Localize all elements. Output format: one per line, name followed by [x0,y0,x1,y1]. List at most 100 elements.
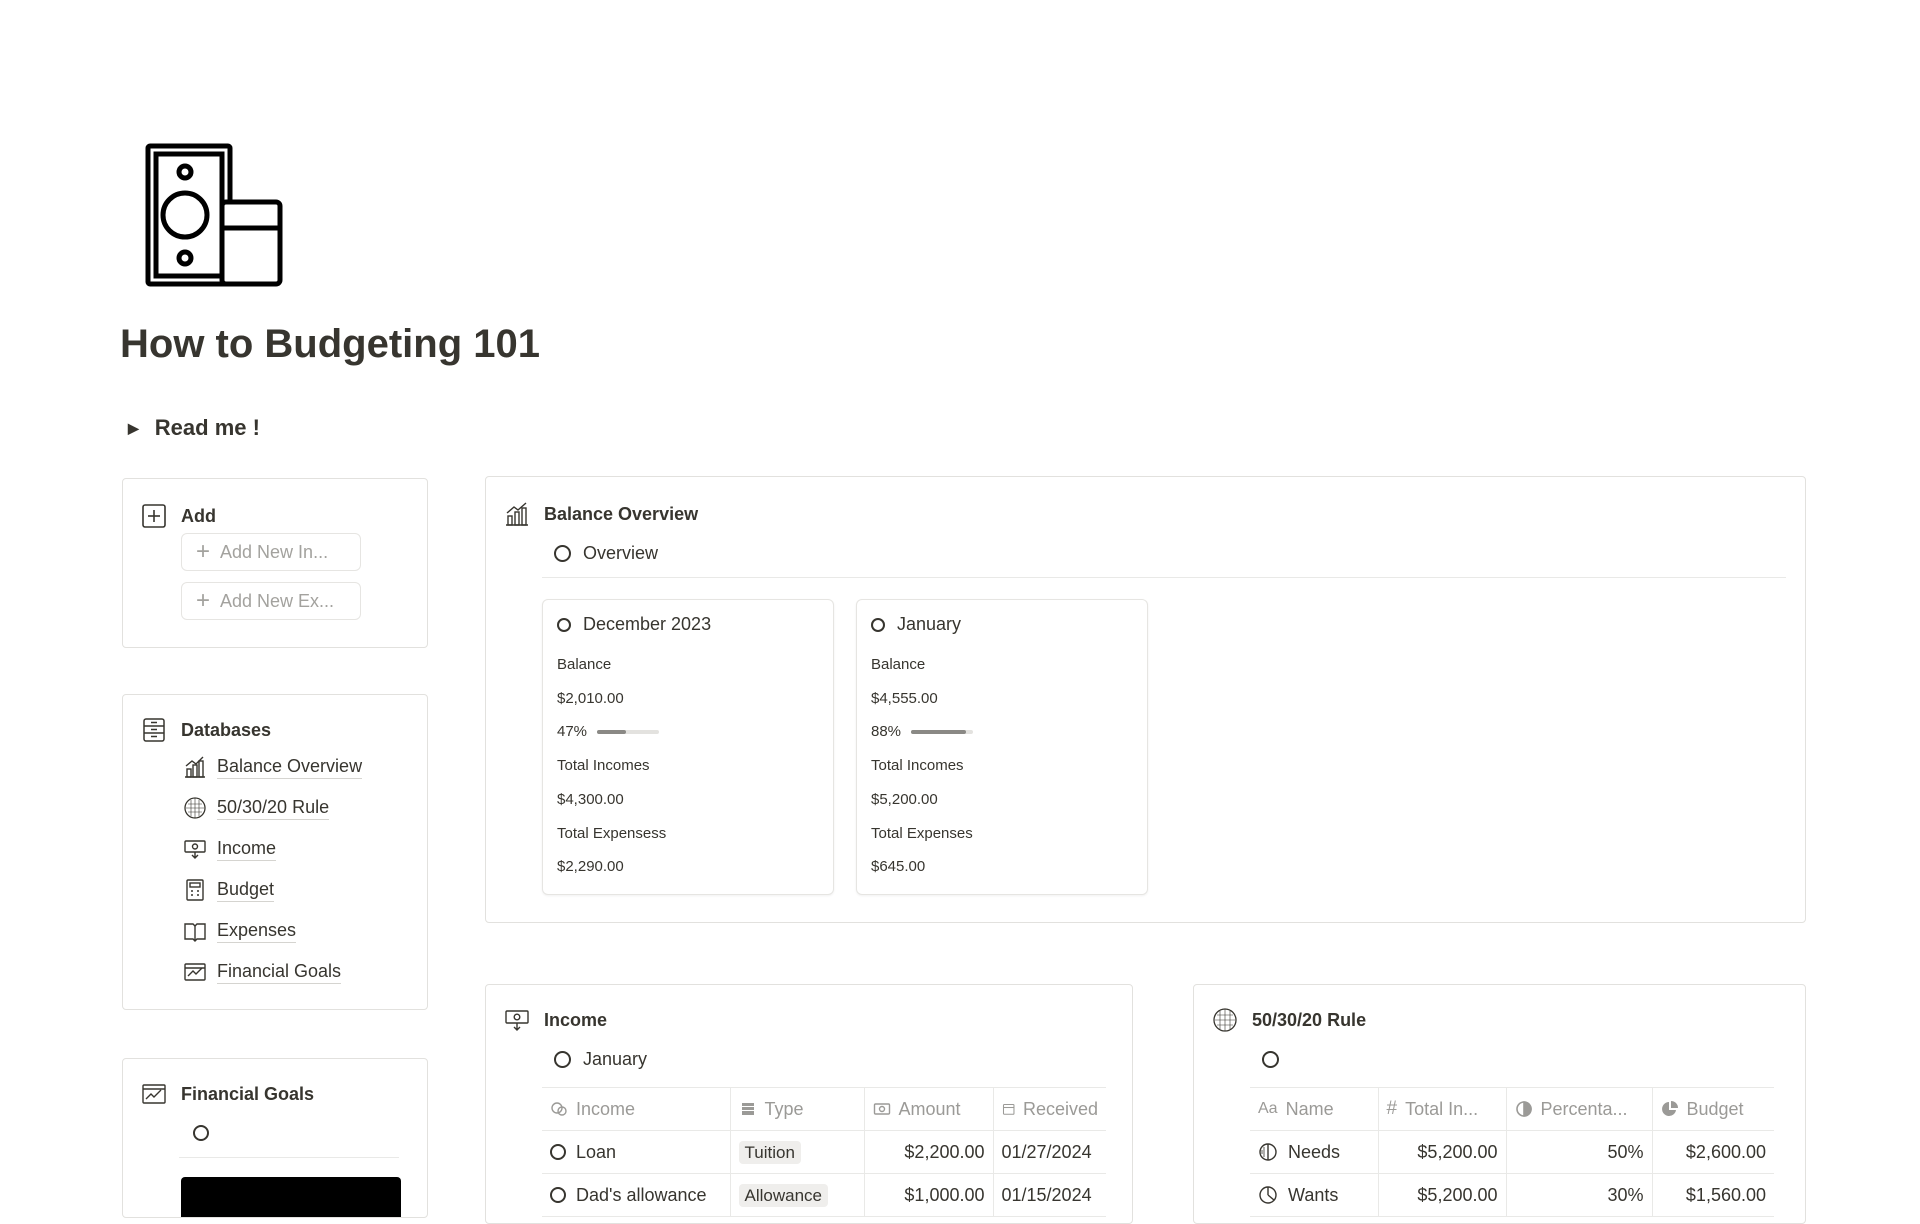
balance-label: Balance [557,656,612,673]
column-header-budget[interactable]: Budget [1652,1088,1774,1131]
column-header-label: Type [764,1098,804,1119]
expenses-label: Total Expensess [557,825,667,842]
cell-name[interactable]: Needs [1250,1130,1379,1174]
income-table-wrap: Income Type Amount Received Loan Tuition… [542,1087,1106,1217]
cell-amount[interactable]: $2,200.00 [864,1130,994,1174]
add-new-expense-button[interactable]: + Add New Ex... [181,582,361,620]
databases-panel: Databases Balance Overview 50/30/20 Rule… [122,694,428,1010]
month-card-title: December 2023 [557,614,711,635]
column-header-amount[interactable]: Amount [864,1088,994,1131]
cell-budget[interactable]: $2,600.00 [1652,1130,1774,1174]
row-name-text: Needs [1288,1141,1341,1162]
add-new-expense-label: Add New Ex... [220,590,335,611]
row-name-text: Loan [576,1141,617,1162]
financial-goals-panel: Financial Goals [122,1058,428,1218]
table-row[interactable]: Dad's allowance Allowance $1,000.00 01/1… [542,1173,1106,1217]
databases-panel-header: Databases [141,717,271,743]
cell-received[interactable]: 01/15/2024 [993,1173,1106,1217]
cabinet-icon [141,717,167,743]
balance-overview-header: Balance Overview [504,501,698,527]
view-circle-icon [1262,1051,1279,1068]
balance-percent: 47% [557,723,660,740]
goals-chart-icon [141,1081,167,1107]
month-card-january[interactable]: January Balance $4,555.00 88% Total Inco… [856,599,1148,895]
goal-cover-image[interactable] [181,1177,401,1217]
column-header-total-income[interactable]: # Total In... [1378,1088,1507,1131]
column-header-income[interactable]: Income [542,1088,731,1131]
add-new-income-button[interactable]: + Add New In... [181,533,361,571]
rule-view-tab[interactable] [1262,1051,1279,1073]
page-circle-icon [550,1187,566,1203]
table-row[interactable]: Loan Tuition $2,200.00 01/27/2024 [542,1130,1106,1174]
balance-value: $2,010.00 [557,690,624,707]
table-header-row: Aa Name # Total In... Percenta... Budget [1250,1088,1774,1131]
db-link-expenses[interactable]: Expenses [183,919,297,943]
db-link-50-30-20-rule[interactable]: 50/30/20 Rule [183,796,330,820]
column-header-label: Income [576,1098,636,1119]
bar-chart-icon [504,501,530,527]
divider [179,1157,399,1158]
cell-income-name[interactable]: Dad's allowance [542,1173,731,1217]
cell-total[interactable]: $5,200.00 [1378,1130,1507,1174]
cell-percent[interactable]: 50% [1506,1130,1653,1174]
cell-received[interactable]: 01/27/2024 [993,1130,1106,1174]
db-link-balance-overview[interactable]: Balance Overview [183,755,363,779]
expenses-value: $2,290.00 [557,858,624,875]
toggle-triangle-icon[interactable]: ▶ [128,420,139,437]
month-card-december[interactable]: December 2023 Balance $2,010.00 47% Tota… [542,599,834,895]
type-tag: Tuition [738,1140,801,1164]
cell-income-name[interactable]: Loan [542,1130,731,1174]
column-header-label: Amount [898,1098,961,1119]
column-header-label: Total In... [1405,1098,1479,1119]
column-header-percentage[interactable]: Percenta... [1506,1088,1653,1131]
income-view-tab[interactable]: January [554,1049,647,1070]
table-row[interactable]: Needs $5,200.00 50% $2,600.00 [1250,1130,1774,1174]
expenses-value: $645.00 [871,858,926,875]
balance-label: Balance [871,656,926,673]
add-new-income-label: Add New In... [220,541,329,562]
table-header-row: Income Type Amount Received [542,1088,1106,1131]
text-type-icon: Aa [1258,1100,1278,1117]
page-title: How to Budgeting 101 [120,322,540,366]
rule-table: Aa Name # Total In... Percenta... Budget N… [1250,1088,1774,1217]
databases-panel-title: Databases [181,719,272,740]
read-me-label: Read me ! [154,415,260,440]
cell-amount[interactable]: $1,000.00 [864,1173,994,1217]
overview-view-tab[interactable]: Overview [554,543,658,564]
financial-goals-header: Financial Goals [141,1081,314,1107]
cell-total[interactable]: $5,200.00 [1378,1173,1507,1217]
cell-type[interactable]: Tuition [730,1130,865,1174]
table-row[interactable]: Wants $5,200.00 30% $1,560.00 [1250,1173,1774,1217]
income-view-label: January [583,1049,648,1069]
cell-name[interactable]: Wants [1250,1173,1379,1217]
db-link-income[interactable]: Income [183,837,277,861]
add-panel: Add + Add New In... + Add New Ex... [122,478,428,648]
financial-goals-view-tab[interactable] [193,1125,209,1146]
db-link-label: Budget [217,879,275,902]
row-name-text: Wants [1288,1184,1339,1205]
column-header-name[interactable]: Aa Name [1250,1088,1379,1131]
column-header-type[interactable]: Type [730,1088,865,1131]
banknote-icon [873,1100,891,1118]
coin-swap-icon [550,1100,568,1118]
cell-type[interactable]: Allowance [730,1173,865,1217]
cell-budget[interactable]: $1,560.00 [1652,1173,1774,1217]
hash-icon: # [1386,1098,1398,1119]
column-header-received[interactable]: Received [993,1088,1106,1131]
db-link-label: Income [217,838,277,861]
balance-percent: 88% [871,723,974,740]
income-header: Income [504,1007,607,1033]
db-link-financial-goals[interactable]: Financial Goals [183,960,342,984]
type-tag: Allowance [738,1183,828,1207]
read-me-toggle[interactable]: ▶ Read me ! [128,415,260,441]
db-link-label: Expenses [217,920,297,943]
column-header-label: Received [1022,1098,1098,1119]
rule-header: 50/30/20 Rule [1212,1007,1366,1033]
pie-chart-icon [183,796,207,820]
goals-chart-icon [183,960,207,984]
cell-percent[interactable]: 30% [1506,1173,1653,1217]
page-circle-icon [550,1144,566,1160]
half-circle-icon [1258,1142,1278,1162]
db-link-budget[interactable]: Budget [183,878,275,902]
view-circle-icon [554,545,571,562]
